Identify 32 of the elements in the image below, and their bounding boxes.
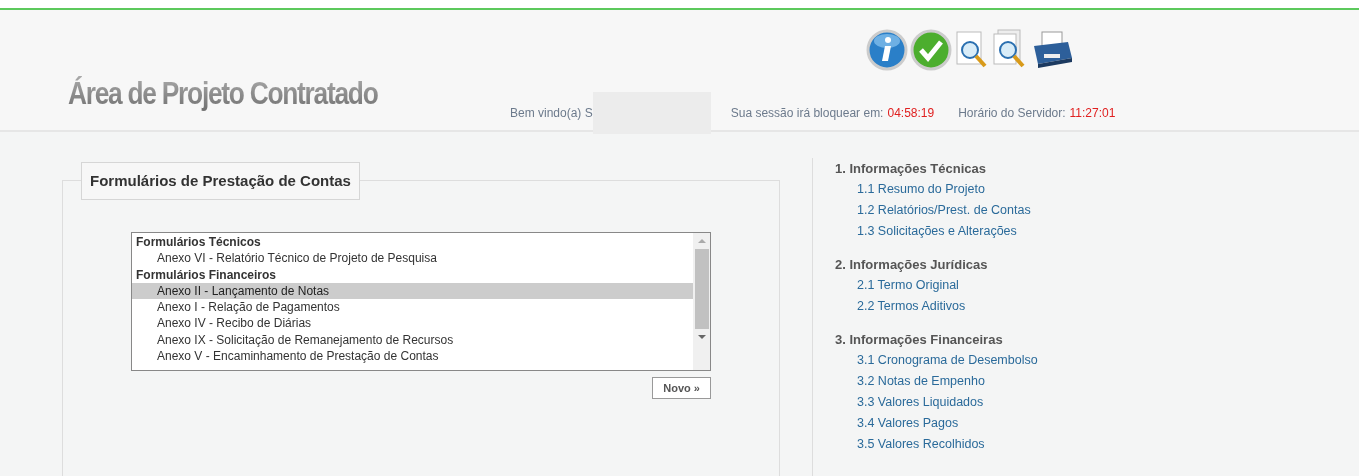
list-option[interactable]: Anexo VI - Relatório Técnico de Projeto de Pesquisa: [132, 250, 693, 267]
menu-link[interactable]: 3.4 Valores Pagos: [857, 413, 1038, 434]
scrollbar[interactable]: [693, 233, 710, 370]
list-option[interactable]: Anexo I - Relação de Pagamentos: [132, 299, 693, 316]
menu-section-title: 3. Informações Financeiras: [835, 331, 1004, 349]
menu-link[interactable]: 3.2 Notas de Empenho: [857, 371, 1038, 392]
menu-link[interactable]: 3.1 Cronograma de Desembolso: [857, 350, 1038, 371]
menu-section-title: 2. Informações Jurídicas: [835, 256, 989, 274]
menu-link[interactable]: 1.3 Solicitações e Alterações: [857, 221, 1038, 242]
menu-link[interactable]: 1.2 Relatórios/Prest. de Contas: [857, 200, 1038, 221]
menu-link[interactable]: 3.3 Valores Liquidados: [857, 392, 1038, 413]
menu-section-title: 1. Informações Técnicas: [835, 160, 987, 178]
server-time-label: Horário do Servidor:: [958, 106, 1066, 120]
new-button[interactable]: Novo »: [652, 377, 711, 399]
list-option[interactable]: Anexo IX - Solicitação de Remanejamento de Recursos: [132, 331, 693, 349]
menu-link[interactable]: 1.1 Resumo do Projeto: [857, 179, 1038, 200]
menu-link[interactable]: 2.1 Termo Original: [857, 275, 1038, 296]
option-group-label: Formulários Financeiros: [135, 266, 278, 283]
forms-listbox[interactable]: [131, 232, 711, 371]
checkmark-icon[interactable]: [910, 28, 952, 72]
option-group-label: Formulários Técnicos: [135, 234, 262, 251]
session-timer: 04:58:19: [887, 106, 935, 120]
menu-link[interactable]: 2.2 Termos Aditivos: [857, 296, 1038, 317]
server-time: 11:27:01: [1069, 106, 1116, 120]
info-icon[interactable]: [866, 28, 908, 72]
list-option[interactable]: Anexo V - Encaminhamento de Prestação de Contas: [132, 348, 693, 365]
panel-legend: Formulários de Prestação de Contas: [81, 162, 360, 200]
session-label: Sua sessão irá bloquear em:: [730, 106, 884, 120]
list-option[interactable]: Anexo IV - Recibo de Diárias: [132, 315, 693, 332]
welcome-text: Bem vindo(a) S: [510, 106, 593, 120]
menu-link[interactable]: 3.5 Valores Recolhidos: [857, 434, 1038, 455]
list-option[interactable]: Anexo II - Lançamento de Notas: [132, 282, 693, 300]
